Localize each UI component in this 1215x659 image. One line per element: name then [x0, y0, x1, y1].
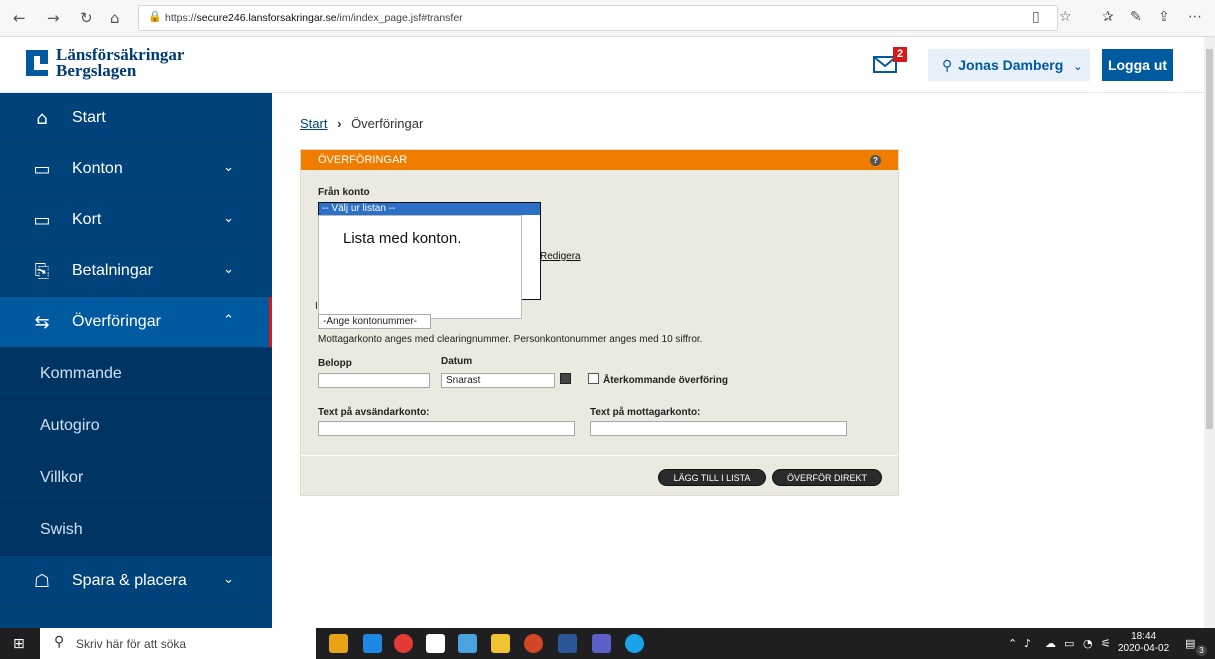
home-app-icon[interactable] [426, 634, 445, 653]
lock-icon: 🔒 [148, 10, 162, 23]
breadcrumb: Start › Överföringar [300, 116, 423, 131]
tray-chevron-up-icon[interactable]: ⌃ [1008, 637, 1017, 650]
sidebar-item-konton[interactable]: ▭ Konton ⌄ [0, 144, 272, 195]
chevron-down-icon: ⌄ [223, 572, 234, 587]
sender-text-label: Text på avsändarkonto: [318, 407, 430, 418]
favorite-star-icon[interactable]: ☆ [1059, 9, 1072, 25]
sidebar-item-kort[interactable]: ▭ Kort ⌄ [0, 195, 272, 246]
reading-view-icon[interactable]: ▯ [1032, 9, 1040, 25]
pen-icon[interactable]: ✎ [1130, 9, 1142, 25]
company-logo-icon[interactable] [26, 50, 48, 76]
transfer-icon: ⇆ [34, 311, 50, 333]
sidebar-item-overforingar[interactable]: ⇆ Överföringar ⌃ [0, 297, 272, 348]
address-bar[interactable]: 🔒 https://secure246.lansforsakringar.se/… [138, 5, 1058, 31]
powerpoint-icon[interactable] [524, 634, 543, 653]
refresh-icon[interactable]: ↻ [80, 9, 93, 27]
sidebar-item-spara-placera[interactable]: ☖ Spara & placera ⌄ [0, 556, 272, 607]
favorites-list-icon[interactable]: ✰ [1102, 9, 1114, 25]
date-label: Datum [441, 356, 473, 367]
mail-badge: 2 [893, 47, 907, 62]
chevron-down-icon: ⌄ [223, 211, 234, 226]
amount-label: Belopp [318, 358, 352, 369]
home-icon[interactable]: ⌂ [110, 9, 120, 27]
transfer-panel: ÖVERFÖRINGAR ? Från konto -- Välj ur lis… [300, 149, 899, 496]
from-account-selected-option[interactable]: -- Välj ur listan -- [319, 203, 540, 215]
to-account-label: I [315, 301, 318, 312]
receiver-text-input[interactable] [590, 421, 847, 436]
folder-icon: ▭ [33, 158, 51, 180]
onedrive-icon[interactable]: ☁ [1045, 637, 1056, 650]
chevron-down-icon: ⌄ [223, 262, 234, 277]
receiver-text-label: Text på mottagarkonto: [590, 407, 701, 418]
file-app-icon[interactable] [329, 634, 348, 653]
share-icon[interactable]: ⇪ [1158, 9, 1170, 25]
edit-accounts-link[interactable]: Redigera [540, 251, 581, 262]
form-separator [301, 455, 898, 456]
edge-browser-icon[interactable] [363, 634, 382, 653]
search-icon: ⚲ [54, 634, 65, 650]
from-account-label: Från konto [318, 187, 370, 198]
teams-icon[interactable] [592, 634, 611, 653]
chevron-down-icon: ⌄ [223, 160, 234, 175]
notification-center-icon[interactable]: ▤ [1185, 637, 1195, 650]
sidebar-subitem-kommande[interactable]: Kommande [0, 348, 272, 400]
sidebar-subitem-autogiro[interactable]: Autogiro [0, 400, 272, 452]
address-url: https://secure246.lansforsakringar.se/im… [165, 12, 463, 24]
panel-title: ÖVERFÖRINGAR [318, 154, 408, 166]
date-input[interactable]: Snarast [441, 373, 555, 388]
to-account-hint: Mottagarkonto anges med clearingnummer. … [318, 334, 703, 345]
user-icon: ⚲ [942, 58, 953, 74]
to-account-input[interactable]: -Ange kontonummer- [318, 314, 431, 329]
logout-button[interactable]: Logga ut [1102, 49, 1173, 81]
account-list-placeholder: Lista med konton. [318, 215, 522, 319]
browser-toolbar: ← → ↻ ⌂ 🔒 https://secure246.lansforsakri… [0, 0, 1215, 37]
recurring-label: Återkommande överföring [603, 375, 729, 386]
page-scrollbar[interactable] [1204, 37, 1215, 628]
chevron-down-icon: ⌄ [1073, 60, 1083, 73]
taskbar-search-placeholder: Skriv här för att söka [76, 637, 187, 651]
site-header: Länsförsäkringar Bergslagen 2 ⚲ Jonas Dam… [0, 37, 1204, 93]
home-icon: ⌂ [36, 107, 48, 129]
sidebar-subitem-swish[interactable]: Swish [0, 504, 272, 556]
chrome-browser-icon[interactable] [394, 634, 413, 653]
sidebar: ⌂ Start ▭ Konton ⌄ ▭ Kort ⌄ ⎘ Betalninga… [0, 93, 272, 628]
transfer-now-button[interactable]: ÖVERFÖR DIREKT [772, 469, 882, 486]
panel-header: ÖVERFÖRINGAR [301, 150, 898, 170]
sidebar-item-start[interactable]: ⌂ Start [0, 93, 272, 144]
calendar-icon[interactable] [560, 373, 571, 384]
sidebar-subitem-villkor[interactable]: Villkor [0, 452, 272, 504]
breadcrumb-separator: › [337, 116, 342, 131]
file-explorer-icon[interactable] [491, 634, 510, 653]
forward-icon[interactable]: → [47, 9, 60, 27]
volume-icon[interactable]: ♪ [1024, 637, 1031, 650]
notification-count: 3 [1196, 645, 1207, 656]
breadcrumb-current: Överföringar [351, 116, 424, 131]
windows-start-icon[interactable]: ⊞ [13, 636, 25, 652]
payment-icon: ⎘ [34, 260, 50, 282]
scrollbar-thumb[interactable] [1206, 49, 1213, 429]
battery-icon[interactable]: ▭ [1064, 637, 1074, 650]
wifi-icon[interactable]: ◔ [1083, 637, 1093, 650]
breadcrumb-start-link[interactable]: Start [300, 116, 327, 131]
sender-text-input[interactable] [318, 421, 575, 436]
card-icon: ▭ [33, 209, 51, 231]
help-icon[interactable]: ? [870, 155, 881, 166]
back-icon[interactable]: ← [13, 9, 26, 27]
recurring-checkbox[interactable] [588, 373, 599, 384]
network-icon[interactable]: ⚟ [1101, 637, 1111, 650]
piggy-bank-icon: ☖ [33, 570, 51, 592]
windows-taskbar: ⊞ ⚲ Skriv här för att söka ⌃ ♪ ☁ ▭ ◔ ⚟ 1… [0, 628, 1215, 659]
chevron-up-icon: ⌃ [223, 313, 234, 328]
amount-input[interactable] [318, 373, 430, 388]
more-icon[interactable]: ⋯ [1188, 9, 1202, 25]
taskbar-search[interactable]: ⚲ Skriv här för att söka [40, 628, 316, 659]
user-menu-button[interactable]: ⚲ Jonas Damberg ⌄ [928, 49, 1090, 81]
vpn-app-icon[interactable] [625, 634, 644, 653]
word-icon[interactable] [558, 634, 577, 653]
sidebar-item-betalningar[interactable]: ⎘ Betalningar ⌄ [0, 246, 272, 297]
mail-app-icon[interactable] [458, 634, 477, 653]
taskbar-clock[interactable]: 18:44 2020-04-02 [1118, 631, 1169, 655]
company-logo-text[interactable]: Länsförsäkringar Bergslagen [56, 46, 184, 79]
add-to-list-button[interactable]: LÄGG TILL I LISTA [658, 469, 766, 486]
